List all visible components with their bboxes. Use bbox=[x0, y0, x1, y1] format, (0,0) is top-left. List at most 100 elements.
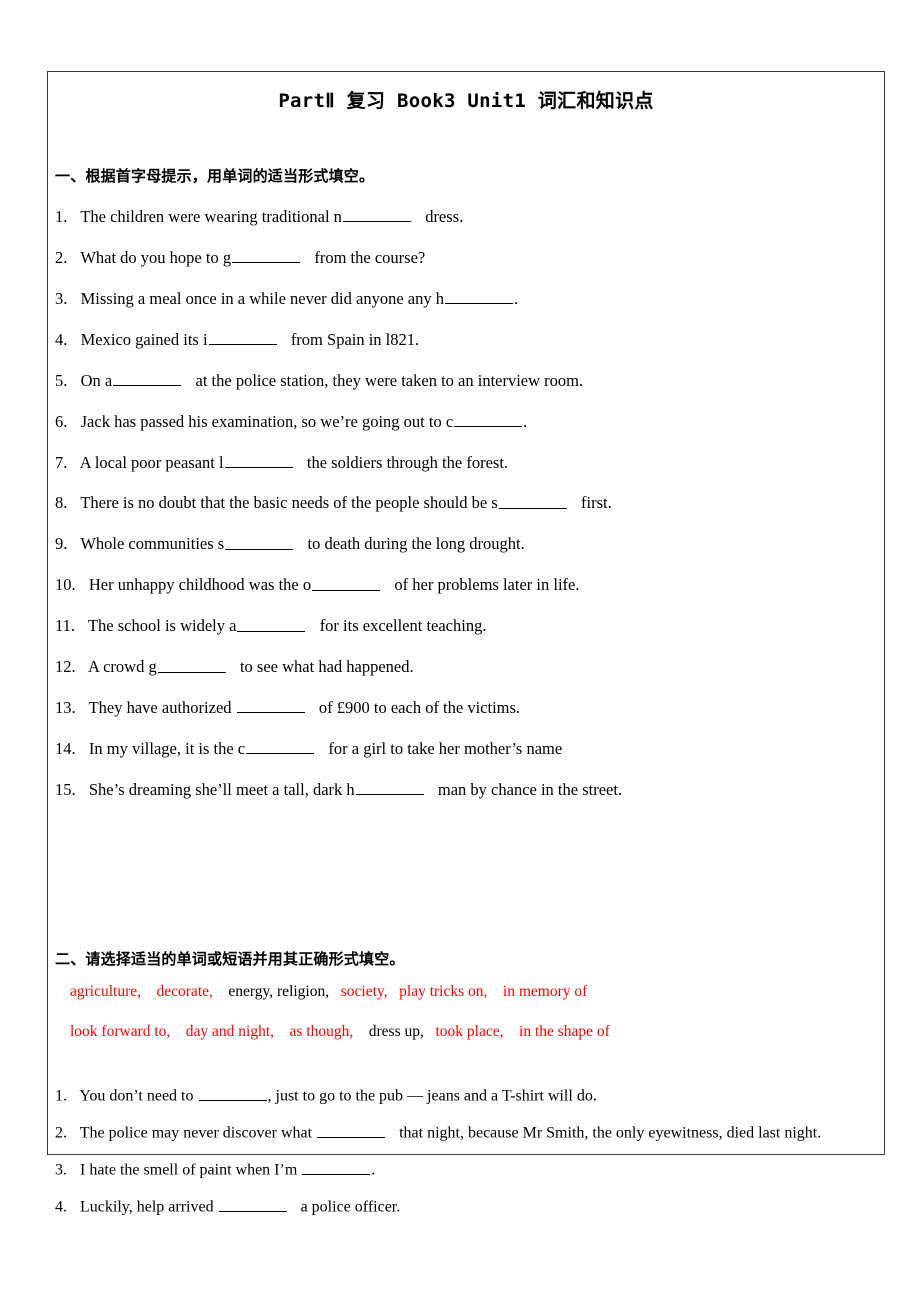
section-1-question-list: 1. The children were wearing traditional… bbox=[48, 206, 884, 801]
question-item: 12. A crowd g to see what had happened. bbox=[48, 656, 884, 677]
question-text-after: a police officer. bbox=[300, 1198, 401, 1216]
question-item: 3. Missing a meal once in a while never … bbox=[48, 288, 884, 309]
word-bank-item[interactable]: decorate, bbox=[157, 983, 213, 1000]
question-text-after: of her problems later in life. bbox=[394, 575, 580, 595]
question-text-after: dress. bbox=[425, 206, 464, 226]
question-text-before: A crowd g bbox=[87, 657, 157, 677]
word-bank-item[interactable]: in the shape of bbox=[519, 1023, 610, 1040]
word-bank-item[interactable]: energy, religion, bbox=[228, 983, 329, 1000]
question-text-before: A local poor peasant l bbox=[79, 452, 224, 472]
answer-blank[interactable] bbox=[224, 452, 293, 468]
answer-blank[interactable] bbox=[355, 779, 424, 796]
question-text-before: The children were wearing traditional n bbox=[80, 206, 342, 226]
question-text-before: Her unhappy childhood was the o bbox=[88, 575, 312, 595]
word-bank-item[interactable]: as though, bbox=[290, 1023, 354, 1040]
question-text-after: at the police station, they were taken t… bbox=[195, 370, 584, 390]
question-text-after: to death during the long drought. bbox=[307, 534, 525, 554]
answer-blank[interactable] bbox=[218, 1196, 287, 1212]
question-item: 3. I hate the smell of paint when I’m . bbox=[48, 1159, 884, 1180]
word-bank-item[interactable]: society, bbox=[341, 983, 388, 1000]
question-item: 14. In my village, it is the c for a gir… bbox=[48, 738, 884, 759]
question-text-after: first. bbox=[581, 493, 612, 513]
question-text-before: In my village, it is the c bbox=[88, 739, 246, 759]
question-number: 14. bbox=[55, 739, 76, 759]
question-item: 1. The children were wearing traditional… bbox=[48, 206, 884, 227]
question-text-after: . bbox=[513, 288, 519, 308]
question-item: 9. Whole communities s to death during t… bbox=[48, 533, 884, 554]
word-bank-item[interactable]: day and night, bbox=[186, 1023, 274, 1040]
question-item: 7. A local poor peasant l the soldiers t… bbox=[48, 452, 884, 473]
answer-blank[interactable] bbox=[236, 697, 305, 714]
question-text-before: Whole communities s bbox=[80, 534, 225, 554]
question-item: 4. Mexico gained its i from Spain in l82… bbox=[48, 329, 884, 350]
section-2-heading: 二、请选择适当的单词或短语并用其正确形式填空。 bbox=[55, 950, 405, 969]
question-text-after: that night, because Mr Smith, the only e… bbox=[399, 1125, 822, 1143]
question-text-before: On a bbox=[80, 370, 113, 390]
question-number: 4. bbox=[55, 1198, 67, 1216]
question-text-before: The police may never discover what bbox=[79, 1125, 317, 1143]
question-text-after: . bbox=[523, 411, 528, 431]
answer-blank[interactable] bbox=[237, 615, 306, 632]
question-number: 10. bbox=[55, 575, 76, 595]
question-number: 4. bbox=[55, 329, 68, 349]
answer-blank[interactable] bbox=[225, 533, 294, 550]
answer-blank[interactable] bbox=[113, 370, 182, 386]
question-number: 12. bbox=[55, 657, 76, 677]
question-text-before: What do you hope to g bbox=[80, 247, 232, 267]
answer-blank[interactable] bbox=[317, 1122, 386, 1139]
question-text-before: There is no doubt that the basic needs o… bbox=[80, 493, 498, 513]
question-item: 15. She’s dreaming she’ll meet a tall, d… bbox=[48, 779, 884, 800]
question-item: 11. The school is widely a for its excel… bbox=[48, 615, 884, 636]
word-bank-item[interactable]: dress up, bbox=[369, 1023, 424, 1040]
question-number: 7. bbox=[55, 452, 68, 472]
answer-blank[interactable] bbox=[444, 288, 513, 304]
question-item: 1. You don’t need to , just to go to the… bbox=[48, 1085, 884, 1106]
answer-blank[interactable] bbox=[246, 738, 315, 755]
answer-blank[interactable] bbox=[232, 247, 301, 263]
word-bank-item[interactable]: agriculture, bbox=[70, 983, 141, 1000]
answer-blank[interactable] bbox=[208, 329, 277, 345]
question-text-before: The school is widely a bbox=[87, 616, 237, 636]
question-text-before: They have authorized bbox=[88, 698, 236, 718]
question-number: 15. bbox=[55, 780, 76, 800]
word-bank-spacer bbox=[48, 1041, 884, 1085]
question-text-after: the soldiers through the forest. bbox=[306, 452, 509, 472]
question-text-before: She’s dreaming she’ll meet a tall, dark … bbox=[88, 780, 355, 800]
page-title: PartⅡ 复习 Book3 Unit1 词汇和知识点 bbox=[278, 90, 654, 112]
word-bank-line-2: look forward to, day and night, as thoug… bbox=[48, 1023, 884, 1042]
word-bank-item[interactable]: play tricks on, bbox=[399, 983, 487, 1000]
question-number: 13. bbox=[55, 698, 76, 718]
answer-blank[interactable] bbox=[454, 411, 523, 427]
question-text-after: , just to go to the pub — jeans and a T-… bbox=[267, 1088, 597, 1106]
question-text-before: You don’t need to bbox=[79, 1088, 198, 1106]
document-content: PartⅡ 复习 Book3 Unit1 词汇和知识点 一、根据首字母提示，用单… bbox=[48, 89, 884, 1216]
question-item: 10. Her unhappy childhood was the o of h… bbox=[48, 574, 884, 595]
section-1-heading: 一、根据首字母提示，用单词的适当形式填空。 bbox=[55, 166, 375, 185]
answer-blank[interactable] bbox=[157, 656, 226, 673]
answer-blank[interactable] bbox=[198, 1085, 267, 1102]
question-number: 8. bbox=[55, 493, 68, 513]
question-number: 11. bbox=[55, 616, 76, 636]
word-bank-item[interactable]: took place, bbox=[436, 1023, 504, 1040]
question-text-after: for its excellent teaching. bbox=[319, 616, 487, 636]
question-item: 2. What do you hope to g from the course… bbox=[48, 247, 884, 268]
answer-blank[interactable] bbox=[312, 574, 381, 591]
document-page: PartⅡ 复习 Book3 Unit1 词汇和知识点 一、根据首字母提示，用单… bbox=[0, 0, 920, 1302]
question-number: 2. bbox=[55, 1125, 67, 1143]
answer-blank[interactable] bbox=[498, 492, 567, 509]
question-text-before: Jack has passed his examination, so we’r… bbox=[80, 411, 454, 431]
question-text-after: man by chance in the street. bbox=[437, 780, 623, 800]
answer-blank[interactable] bbox=[342, 206, 411, 222]
word-bank-item[interactable]: look forward to, bbox=[70, 1023, 170, 1040]
question-number: 5. bbox=[55, 370, 68, 390]
question-text-after: . bbox=[371, 1161, 376, 1179]
question-number: 2. bbox=[55, 247, 68, 267]
question-number: 3. bbox=[55, 1161, 67, 1179]
question-item: 5. On a at the police station, they were… bbox=[48, 370, 884, 391]
word-bank-item[interactable]: in memory of bbox=[503, 983, 587, 1000]
question-item: 4. Luckily, help arrived a police office… bbox=[48, 1196, 884, 1217]
question-text-before: Luckily, help arrived bbox=[80, 1198, 218, 1216]
answer-blank[interactable] bbox=[302, 1159, 371, 1175]
question-item: 13. They have authorized of £900 to each… bbox=[48, 697, 884, 718]
